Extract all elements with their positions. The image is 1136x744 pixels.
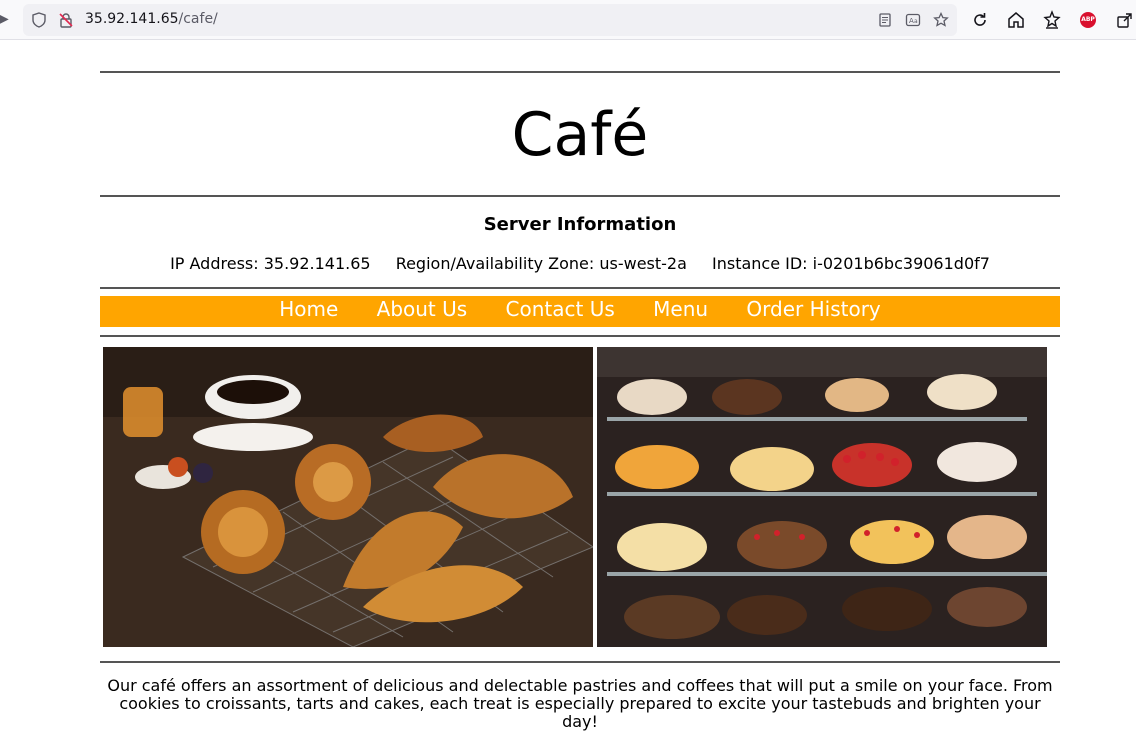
divider <box>100 335 1060 337</box>
adblock-plus-icon[interactable]: ABP <box>1080 12 1096 28</box>
translate-icon[interactable]: A a <box>905 12 921 28</box>
home-icon[interactable] <box>1006 10 1026 30</box>
nav-about-link[interactable]: About Us <box>377 297 468 321</box>
reader-view-icon[interactable] <box>877 12 893 28</box>
nav-menu-link[interactable]: Menu <box>653 297 708 321</box>
nav-order-history-link[interactable]: Order History <box>746 297 880 321</box>
divider <box>100 287 1060 289</box>
browser-toolbar: ▶ 35.92.141.65/cafe/ A a ABP <box>0 0 1136 40</box>
pastries-image <box>103 347 593 647</box>
page-title: Café <box>511 100 649 170</box>
shield-icon[interactable] <box>31 12 47 28</box>
divider <box>100 661 1060 663</box>
server-info-heading: Server Information <box>483 214 677 235</box>
address-bar[interactable]: 35.92.141.65/cafe/ A a <box>23 4 957 36</box>
back-icon[interactable]: ▶ <box>0 11 9 27</box>
cakes-display-image <box>597 347 1047 647</box>
nav-home-link[interactable]: Home <box>279 297 338 321</box>
extensions-star-icon[interactable] <box>1042 10 1062 30</box>
nav-bar: Home About Us Contact Us Menu Order Hist… <box>100 296 1060 327</box>
server-info-row: IP Address: 35.92.141.65 Region/Availabi… <box>100 254 1060 273</box>
ip-address: IP Address: 35.92.141.65 <box>170 254 371 273</box>
instance-id: Instance ID: i-0201b6bc39061d0f7 <box>712 254 990 273</box>
nav-contact-link[interactable]: Contact Us <box>506 297 615 321</box>
cafe-description: Our café offers an assortment of delicio… <box>107 676 1053 731</box>
region-zone: Region/Availability Zone: us-west-2a <box>395 254 687 273</box>
share-icon[interactable] <box>1115 10 1135 30</box>
reload-icon[interactable] <box>970 10 990 30</box>
bookmark-star-icon[interactable] <box>933 12 949 28</box>
insecure-lock-icon[interactable] <box>58 12 74 28</box>
divider <box>100 195 1060 197</box>
divider <box>100 71 1060 73</box>
url-text[interactable]: 35.92.141.65/cafe/ <box>85 11 218 27</box>
svg-text:a: a <box>914 18 918 25</box>
